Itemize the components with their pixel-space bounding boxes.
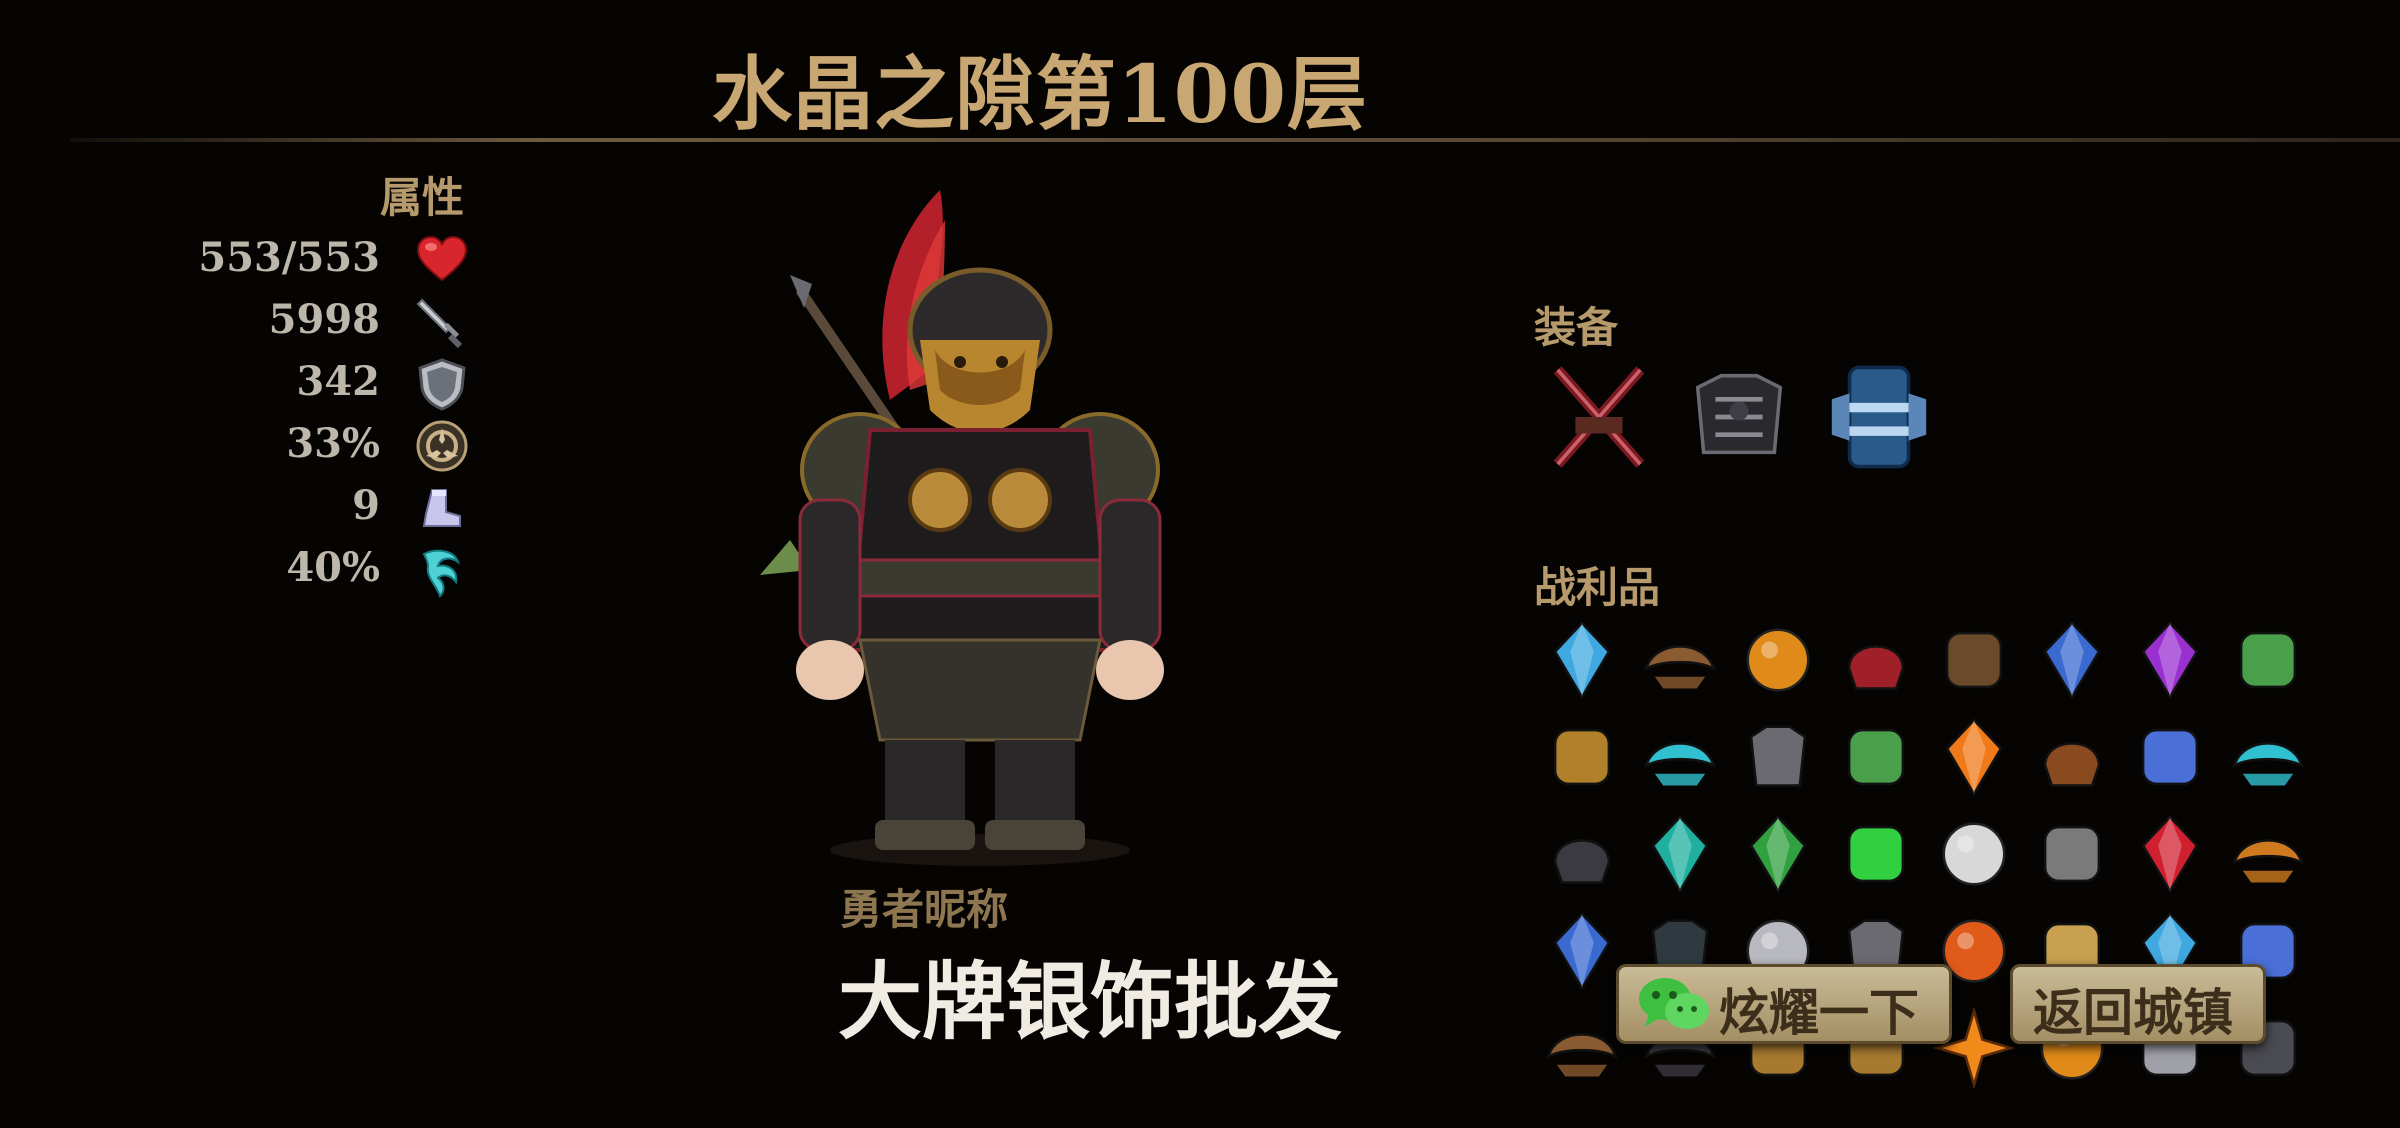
equipment-label: 装备 (1534, 303, 1619, 352)
stat-defense: 342 (150, 356, 470, 412)
dark-helmet-icon[interactable] (1540, 812, 1624, 896)
grey-armor-icon[interactable] (1736, 715, 1820, 799)
dodge-swirl-icon (414, 542, 470, 598)
stats-label: 属性 (380, 173, 465, 222)
cyan-pauldron-icon[interactable] (2226, 715, 2310, 799)
grey-stone-icon[interactable] (2030, 812, 2114, 896)
title-divider (70, 138, 2400, 142)
crossed-swords-icon[interactable] (1540, 358, 1658, 476)
hero-nickname: 大牌银饰批发 (838, 952, 1343, 1051)
blue-crystal-icon[interactable] (1540, 618, 1624, 702)
white-orb-icon[interactable] (1932, 812, 2016, 896)
stat-dodge-value: 40% (286, 544, 380, 591)
wechat-icon (1635, 973, 1713, 1035)
stat-defense-value: 342 (296, 358, 381, 405)
brown-helmet-icon[interactable] (2030, 715, 2114, 799)
boot-icon (414, 480, 470, 536)
stat-dodge: 40% (150, 542, 470, 598)
shield-icon (414, 356, 470, 412)
hero-character (740, 180, 1200, 870)
cyan-pauldron-icon[interactable] (1638, 715, 1722, 799)
red-mask-icon[interactable] (1834, 618, 1918, 702)
share-button[interactable]: 炫耀一下 (1616, 964, 1952, 1044)
stat-critical: 33% (150, 418, 470, 474)
teal-crystal-icon[interactable] (1638, 812, 1722, 896)
green-ore-icon[interactable] (1834, 715, 1918, 799)
dark-chest-armor-icon[interactable] (1680, 358, 1798, 476)
gold-pouch-icon[interactable] (1540, 715, 1624, 799)
return-town-button[interactable]: 返回城镇 (2010, 964, 2266, 1044)
green-gem-icon[interactable] (1736, 812, 1820, 896)
green-flame-icon[interactable] (1834, 812, 1918, 896)
blue-bracer-icon[interactable] (1820, 358, 1938, 476)
brown-pauldron-icon[interactable] (1638, 618, 1722, 702)
orange-crystal-icon[interactable] (1932, 715, 2016, 799)
red-crystal-icon[interactable] (2128, 812, 2212, 896)
return-town-button-label: 返回城镇 (2033, 983, 2233, 1042)
stat-attack: 5998 (150, 294, 470, 350)
dungeon-title: 水晶之隙第100层 (712, 47, 1368, 141)
stat-critical-value: 33% (286, 420, 380, 467)
stat-speed: 9 (150, 480, 470, 536)
sword-icon (414, 294, 470, 350)
purple-crystal-icon[interactable] (2128, 618, 2212, 702)
loot-label: 战利品 (1534, 563, 1661, 612)
fire-orb-icon[interactable] (1736, 618, 1820, 702)
stat-speed-value: 9 (352, 482, 380, 529)
stat-health: 553/553 (150, 232, 470, 288)
stat-health-value: 553/553 (198, 234, 380, 281)
stat-attack-value: 5998 (268, 296, 380, 343)
blue-glove-icon[interactable] (2128, 715, 2212, 799)
nickname-label: 勇者昵称 (840, 885, 1009, 934)
blue-shield-gem-icon[interactable] (2030, 618, 2114, 702)
orange-pauldron-icon[interactable] (2226, 812, 2310, 896)
heart-icon (414, 232, 470, 288)
brown-pauldron-icon[interactable] (1540, 1006, 1624, 1090)
spiked-collar-icon[interactable] (1932, 618, 2016, 702)
blue-shield-gem-icon[interactable] (1540, 909, 1624, 993)
green-ore-icon[interactable] (2226, 618, 2310, 702)
share-button-label: 炫耀一下 (1719, 983, 1919, 1042)
critical-emblem-icon (414, 418, 470, 474)
